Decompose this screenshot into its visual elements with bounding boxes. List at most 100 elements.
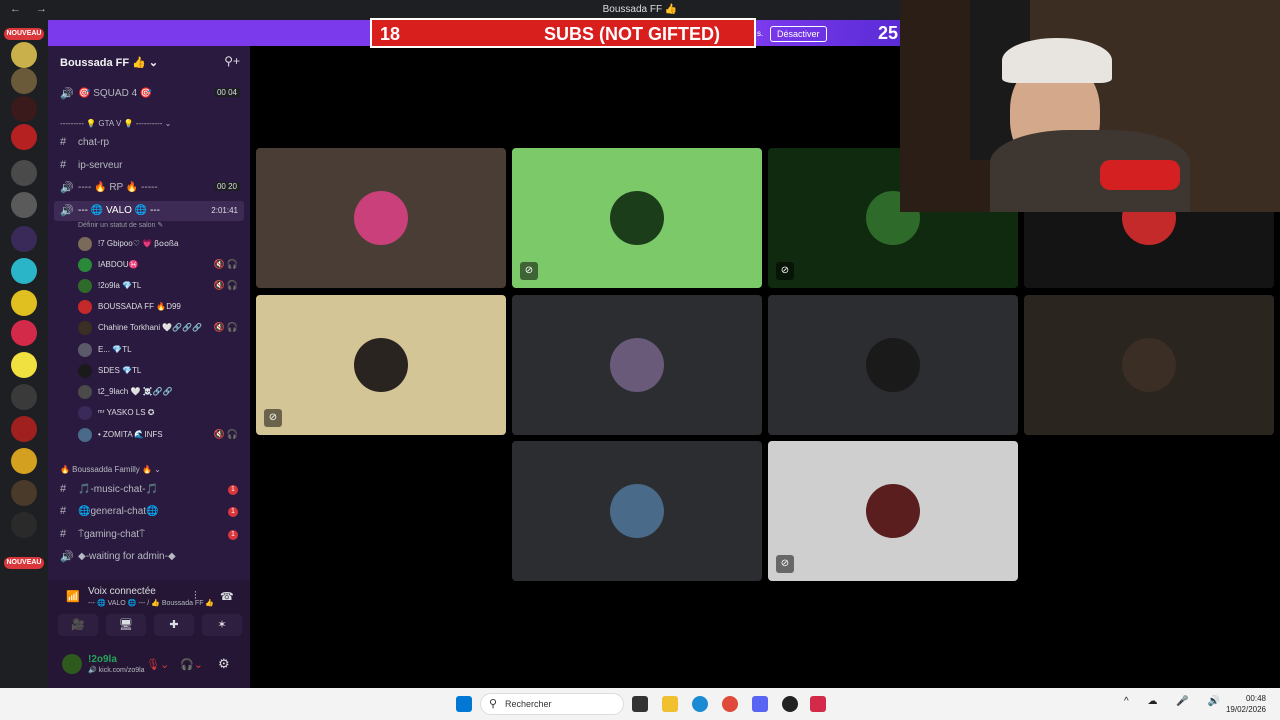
speaker-icon: 🔊	[60, 182, 74, 194]
server-icon[interactable]	[11, 42, 37, 68]
voice-member[interactable]: !7 Gbipoo♡ 💗 β໐໐ßa	[48, 234, 250, 254]
text-channel-gaming[interactable]: # ⍑gaming-chat⍑ 1	[48, 525, 250, 545]
participant-tile[interactable]	[512, 441, 762, 581]
server-icon[interactable]	[11, 512, 37, 538]
edge-icon[interactable]	[692, 696, 708, 712]
participant-tile[interactable]	[512, 295, 762, 435]
participant-avatar	[610, 191, 664, 245]
voice-channel-waiting[interactable]: 🔊 ◆-waiting for admin-◆	[48, 547, 250, 567]
text-channel-ip-serveur[interactable]: # ip-serveur	[48, 156, 250, 176]
server-header[interactable]: Boussada FF 👍 ⌄ ⚲+	[48, 46, 250, 78]
avatar	[78, 258, 92, 272]
set-channel-status[interactable]: Définir un statut de salon ✎	[78, 221, 163, 229]
discord-icon[interactable]	[752, 696, 768, 712]
camera-off-icon: ⊘	[520, 262, 538, 280]
category-gtav[interactable]: --------- 💡 GTA V 💡 ---------- ⌄	[60, 119, 171, 128]
camera-off-icon: ⊘	[264, 409, 282, 427]
avatar	[78, 428, 92, 442]
app-icon[interactable]	[810, 696, 826, 712]
server-icon[interactable]	[11, 384, 37, 410]
unread-badge: 1	[228, 507, 238, 517]
server-icon[interactable]	[11, 124, 37, 150]
subs-label: SUBS (NOT GIFTED)	[544, 24, 720, 44]
participant-avatar	[354, 191, 408, 245]
voice-member[interactable]: Chahine Torkhani 🤍🔗🔗🔗 🔇🎧	[48, 318, 250, 338]
avatar[interactable]	[62, 654, 82, 674]
voice-member[interactable]: t2_9lach 🤍 ☠️🔗🔗	[48, 382, 250, 402]
server-rail: NOUVEAU NOUVEAU	[0, 20, 48, 688]
participant-tile[interactable]: ⊘	[512, 148, 762, 288]
microphone	[1100, 160, 1180, 190]
participant-tile[interactable]: ⊘	[768, 441, 1018, 581]
unread-badge: 1	[228, 530, 238, 540]
server-icon[interactable]	[11, 160, 37, 186]
server-icon[interactable]	[11, 320, 37, 346]
noise-suppression-icon[interactable]: ⫶	[194, 590, 197, 603]
muted-icon: 🔇🎧	[213, 280, 240, 290]
call-duration: 2:01:41	[211, 206, 238, 215]
voice-channel-rp[interactable]: 🔊 ---- 🔥 RP 🔥 ----- 00 20	[48, 178, 250, 198]
streamer-webcam-overlay	[900, 0, 1280, 212]
voice-member[interactable]: SDES 💎TL	[48, 361, 250, 381]
deafen-icon[interactable]: 🎧⌄	[180, 658, 203, 671]
server-icon[interactable]	[11, 448, 37, 474]
system-tray[interactable]: ^ ☁ 🎤 🔊	[1124, 696, 1228, 707]
voice-connected-label[interactable]: Voix connectée	[88, 586, 156, 597]
text-channel-music[interactable]: # 🎵-music-chat-🎵 1	[48, 480, 250, 500]
server-icon[interactable]	[11, 480, 37, 506]
voice-member[interactable]: !2o9la 💎TL 🔇🎧	[48, 276, 250, 296]
voice-member[interactable]: ᵐʳ YASKO LS ✪	[48, 403, 250, 423]
obs-icon[interactable]	[782, 696, 798, 712]
server-icon[interactable]	[11, 416, 37, 442]
voice-channel-valo[interactable]: 🔊 --- 🌐 VALO 🌐 --- 2:01:41	[54, 201, 244, 221]
file-explorer-icon[interactable]	[662, 696, 678, 712]
add-friend-icon[interactable]: ⚲+	[224, 54, 240, 68]
server-icon[interactable]	[11, 96, 37, 122]
participant-tile[interactable]	[768, 295, 1018, 435]
banner-text: s.	[757, 29, 764, 38]
avatar	[78, 406, 92, 420]
server-icon[interactable]	[11, 68, 37, 94]
participant-avatar	[354, 338, 408, 392]
voice-channel-squad4[interactable]: 🔊 🎯 SQUAD 4 🎯 00 04	[48, 84, 250, 104]
overlay-counter: 25	[878, 23, 899, 43]
category-familly[interactable]: 🔥 Boussadda Familly 🔥 ⌄	[60, 465, 161, 474]
avatar	[78, 343, 92, 357]
voice-member[interactable]: • ZOMITA 🌊INFS 🔇🎧	[48, 425, 250, 445]
screen-share-button[interactable]: 🖥	[106, 614, 146, 636]
user-counter: 00 20	[213, 182, 240, 191]
taskbar-search[interactable]: ⚲ Rechercher	[480, 693, 624, 715]
user-counter: 00 04	[213, 88, 240, 97]
participant-avatar	[866, 338, 920, 392]
camera-off-icon: ⊘	[776, 555, 794, 573]
task-view-icon[interactable]	[632, 696, 648, 712]
participant-tile[interactable]	[1024, 295, 1274, 435]
mic-muted-icon[interactable]: 🎙⌄	[146, 658, 169, 671]
gear-icon[interactable]: ⚙	[218, 656, 230, 672]
disconnect-icon[interactable]: ☎	[220, 590, 234, 603]
server-icon[interactable]	[11, 290, 37, 316]
server-icon[interactable]	[11, 192, 37, 218]
server-icon[interactable]	[11, 258, 37, 284]
voice-member[interactable]: E... 💎TL	[48, 340, 250, 360]
hash-icon: #	[60, 483, 67, 495]
participant-tile[interactable]: ⊘	[256, 295, 506, 435]
server-icon[interactable]	[11, 352, 37, 378]
clock[interactable]: 00:48 19/02/2026	[1226, 693, 1266, 715]
participant-avatar	[866, 484, 920, 538]
camera-toggle-button[interactable]: 🎥	[58, 614, 98, 636]
text-channel-general[interactable]: # 🌐general-chat🌐 1	[48, 502, 250, 522]
voice-member[interactable]: BOUSSADA FF 🔥D99	[48, 297, 250, 317]
chrome-icon[interactable]	[722, 696, 738, 712]
participant-tile[interactable]	[256, 148, 506, 288]
participant-avatar	[1122, 338, 1176, 392]
unread-badge: 1	[228, 485, 238, 495]
activities-button[interactable]: ✚	[154, 614, 194, 636]
start-icon[interactable]	[456, 696, 472, 712]
text-channel-chat-rp[interactable]: # chat-rp	[48, 133, 250, 153]
server-icon[interactable]	[11, 226, 37, 252]
avatar	[78, 237, 92, 251]
deactivate-button[interactable]: Désactiver	[770, 26, 827, 42]
soundboard-button[interactable]: ✶	[202, 614, 242, 636]
voice-member[interactable]: IABDOU♓ 🔇🎧	[48, 255, 250, 275]
